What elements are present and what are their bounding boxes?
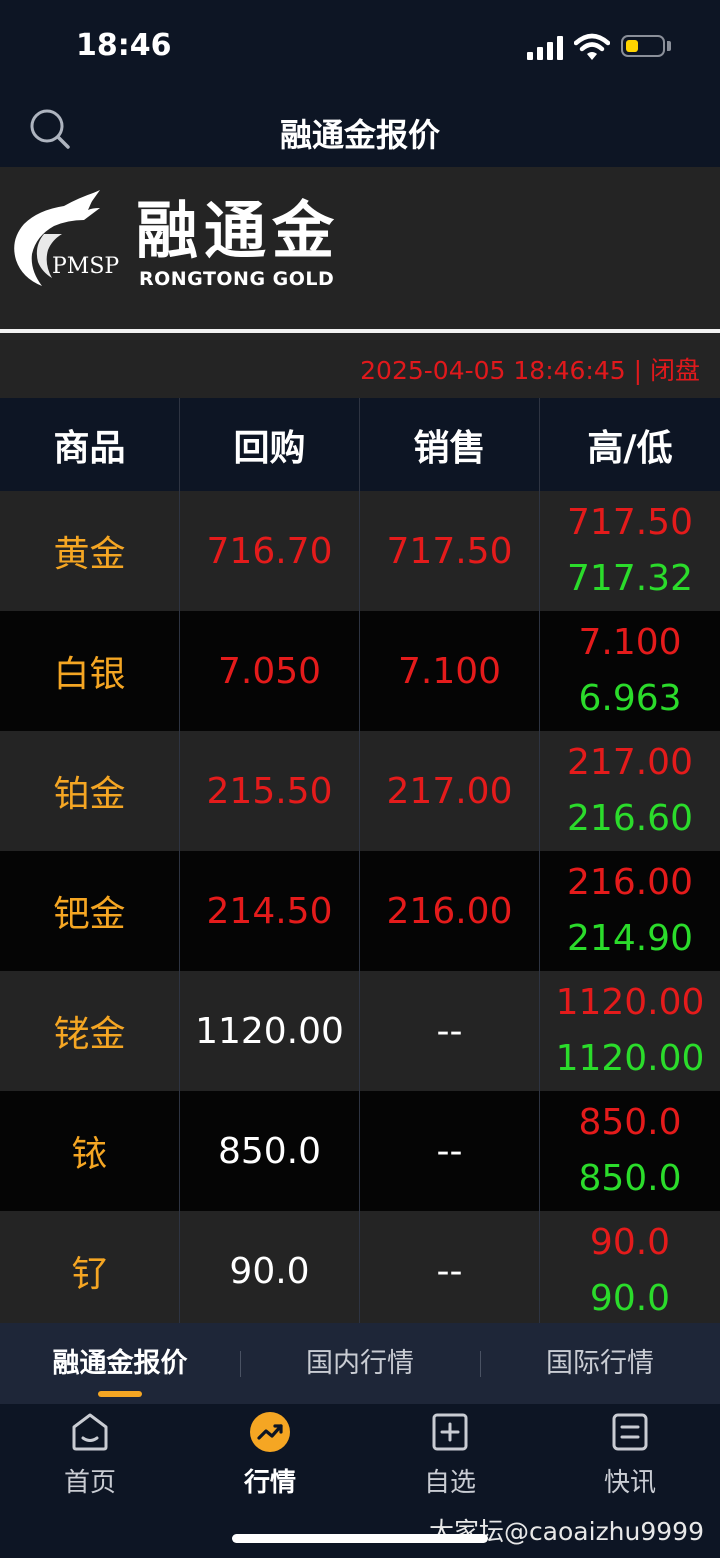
header-buyback: 回购 <box>180 398 360 491</box>
tab-market-label: 行情 <box>243 1468 296 1498</box>
product-name: 铑金 <box>0 971 180 1091</box>
subtab-active-indicator <box>98 1391 142 1397</box>
buyback-price: 1120.00 <box>180 971 360 1091</box>
high-low: 216.00 214.90 <box>540 851 720 971</box>
low-price: 214.90 <box>567 918 693 959</box>
high-price: 216.00 <box>567 862 693 903</box>
low-price: 216.60 <box>567 798 693 839</box>
product-name: 铂金 <box>0 731 180 851</box>
sell-price: -- <box>360 1091 540 1211</box>
tab-watchlist-label: 自选 <box>423 1468 476 1498</box>
subtab-international-market[interactable]: 国际行情 <box>480 1323 720 1404</box>
sell-price: 717.50 <box>360 491 540 611</box>
low-price: 850.0 <box>578 1158 682 1199</box>
cellular-signal-icon <box>527 36 563 60</box>
home-indicator[interactable] <box>232 1534 488 1543</box>
battery-tip <box>667 41 671 51</box>
logo-name-en: RONGTONG GOLD <box>139 268 335 290</box>
table-row[interactable]: 铱 850.0 -- 850.0 850.0 <box>0 1091 720 1211</box>
nav-bar: 融通金报价 <box>0 95 720 167</box>
tab-market[interactable]: 行情 <box>180 1404 360 1514</box>
low-price: 90.0 <box>589 1278 671 1319</box>
news-icon <box>612 1413 648 1451</box>
high-low: 90.0 90.0 <box>540 1211 720 1331</box>
table-row[interactable]: 铑金 1120.00 -- 1120.00 1120.00 <box>0 971 720 1091</box>
sell-price: 217.00 <box>360 731 540 851</box>
table-row[interactable]: 白银 7.050 7.100 7.100 6.963 <box>0 611 720 731</box>
product-name: 黄金 <box>0 491 180 611</box>
high-low: 717.50 717.32 <box>540 491 720 611</box>
table-row[interactable]: 铂金 215.50 217.00 217.00 216.60 <box>0 731 720 851</box>
quote-subtabs: 融通金报价 国内行情 国际行情 <box>0 1323 720 1404</box>
product-name: 白银 <box>0 611 180 731</box>
sell-price: -- <box>360 971 540 1091</box>
logo-name-cn: 融通金 <box>136 194 341 267</box>
high-low: 1120.00 1120.00 <box>540 971 720 1091</box>
status-time: 18:46 <box>76 28 172 63</box>
low-price: 1120.00 <box>555 1038 705 1079</box>
high-price: 1120.00 <box>555 982 705 1023</box>
sell-price: -- <box>360 1211 540 1331</box>
high-price: 7.100 <box>578 622 682 663</box>
tab-home-label: 首页 <box>63 1468 116 1498</box>
high-low: 850.0 850.0 <box>540 1091 720 1211</box>
product-name: 铱 <box>0 1091 180 1211</box>
tab-home[interactable]: 首页 <box>0 1404 180 1514</box>
price-table: 商品 回购 销售 高/低 黄金 716.70 717.50 717.50 717… <box>0 398 720 1331</box>
tab-watchlist[interactable]: 自选 <box>360 1404 540 1514</box>
table-header: 商品 回购 销售 高/低 <box>0 398 720 491</box>
sell-price: 216.00 <box>360 851 540 971</box>
high-price: 217.00 <box>567 742 693 783</box>
home-icon <box>72 1413 108 1451</box>
table-row[interactable]: 钯金 214.50 216.00 216.00 214.90 <box>0 851 720 971</box>
table-row[interactable]: 黄金 716.70 717.50 717.50 717.32 <box>0 491 720 611</box>
high-price: 717.50 <box>567 502 693 543</box>
buyback-price: 850.0 <box>180 1091 360 1211</box>
subtab-domestic-market[interactable]: 国内行情 <box>240 1323 480 1404</box>
buyback-price: 716.70 <box>180 491 360 611</box>
buyback-price: 7.050 <box>180 611 360 731</box>
header-high-low: 高/低 <box>587 427 673 469</box>
buyback-price: 90.0 <box>180 1211 360 1331</box>
low-price: 717.32 <box>567 558 693 599</box>
wifi-icon <box>574 33 610 60</box>
tab-news[interactable]: 快讯 <box>540 1404 720 1514</box>
status-bar: 18:46 <box>0 0 720 95</box>
battery-icon <box>621 35 665 57</box>
header-product: 商品 <box>0 398 180 491</box>
high-low: 7.100 6.963 <box>540 611 720 731</box>
low-price: 6.963 <box>578 678 682 719</box>
high-price: 90.0 <box>589 1222 671 1263</box>
product-name: 钯金 <box>0 851 180 971</box>
market-trend-icon <box>250 1412 290 1452</box>
high-price: 850.0 <box>578 1102 682 1143</box>
quote-timestamp: 2025-04-05 18:46:45 | 闭盘 <box>360 356 700 385</box>
table-row[interactable]: 钌 90.0 -- 90.0 90.0 <box>0 1211 720 1331</box>
tab-news-label: 快讯 <box>603 1468 656 1498</box>
buyback-price: 215.50 <box>180 731 360 851</box>
sell-price: 7.100 <box>360 611 540 731</box>
buyback-price: 214.50 <box>180 851 360 971</box>
add-watchlist-icon <box>432 1413 468 1451</box>
high-low: 217.00 216.60 <box>540 731 720 851</box>
header-sell: 销售 <box>360 398 540 491</box>
page-title: 融通金报价 <box>279 116 440 154</box>
logo-pmsp: PMSP <box>52 254 120 279</box>
product-name: 钌 <box>0 1211 180 1331</box>
timestamp-bar: 2025-04-05 18:46:45 | 闭盘 <box>0 333 720 398</box>
